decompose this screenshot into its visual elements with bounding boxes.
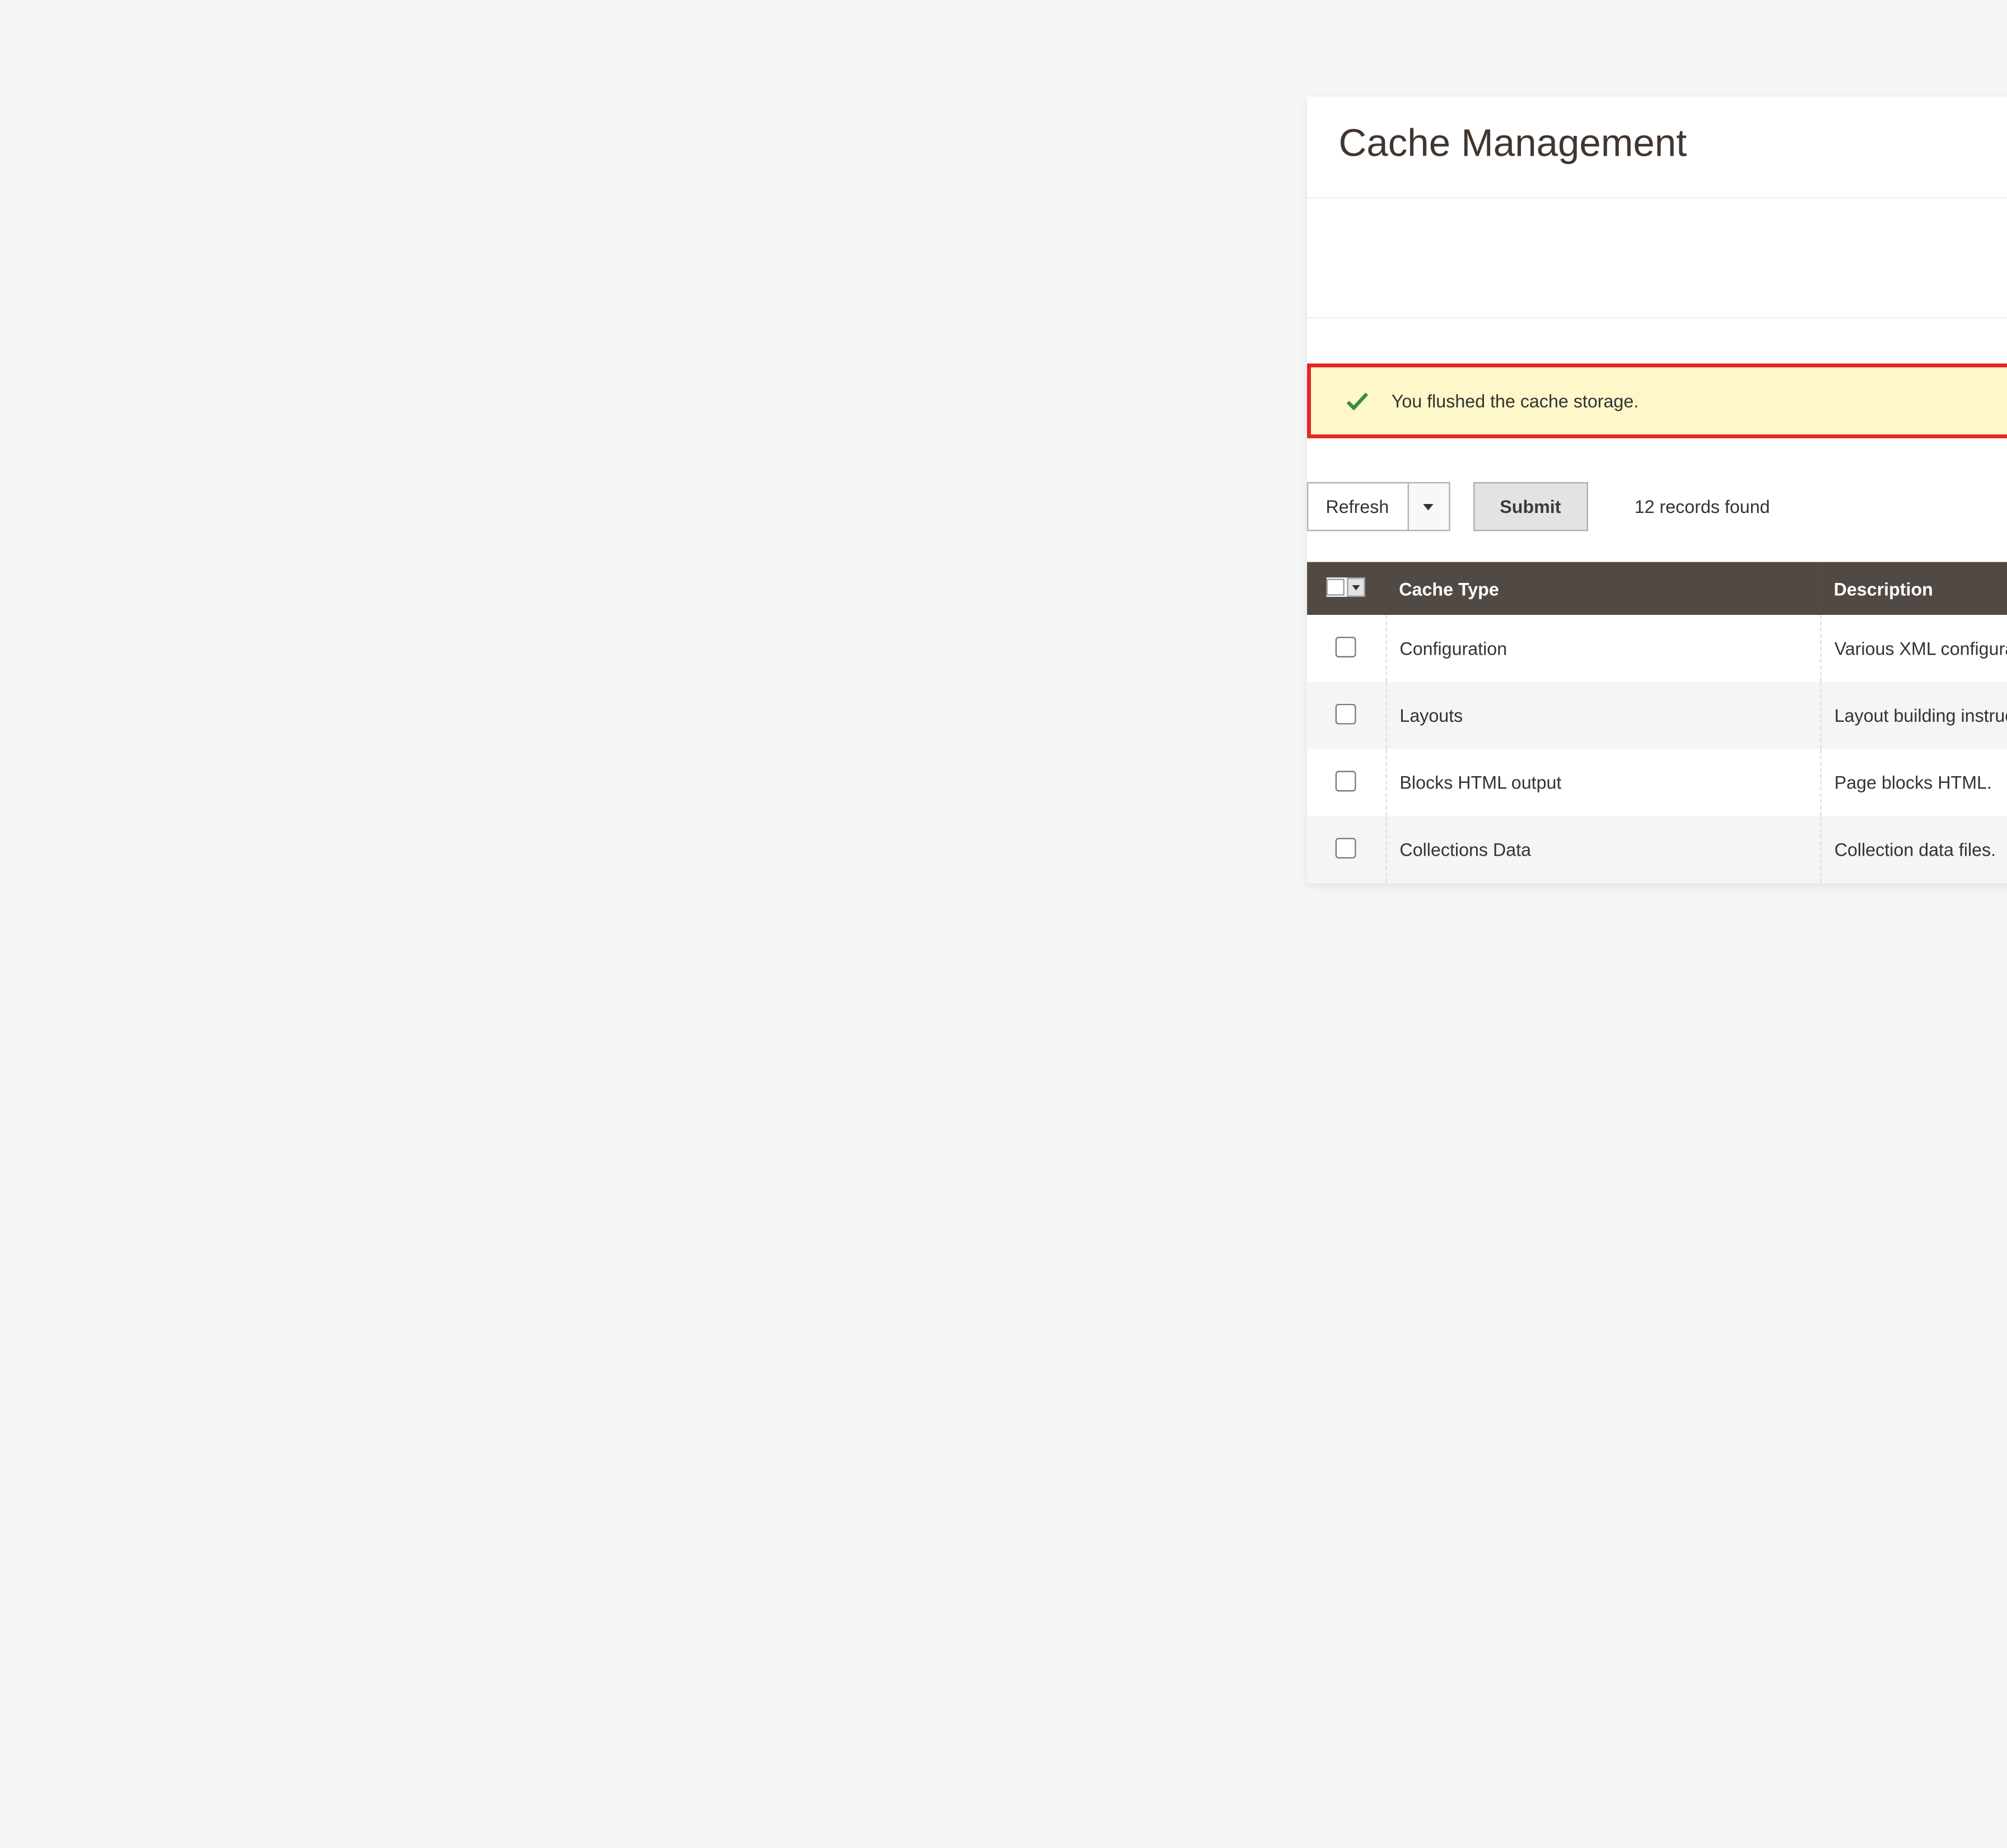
submit-button[interactable]: Submit xyxy=(1473,482,1588,531)
table-row: Blocks HTML output Page blocks HTML. BLO… xyxy=(1306,749,2007,816)
cell-description: Various XML configurations that were col… xyxy=(1821,615,2007,682)
cell-description: Layout building instructions. xyxy=(1821,682,2007,749)
row-checkbox[interactable] xyxy=(1336,770,1356,791)
success-message-text: You flushed the cache storage. xyxy=(1392,390,1639,411)
select-all-header[interactable] xyxy=(1306,562,1386,615)
mass-action-select-label: Refresh xyxy=(1308,483,1407,530)
page-title: Cache Management xyxy=(1338,123,1687,166)
cell-cache-type: Collections Data xyxy=(1386,816,1821,883)
mass-action-select[interactable]: Refresh xyxy=(1306,482,1450,531)
cache-grid: Cache Type Description Tags Status Confi… xyxy=(1306,562,2007,883)
success-message: You flushed the cache storage. xyxy=(1306,363,2007,438)
table-row: Layouts Layout building instructions. LA… xyxy=(1306,682,2007,749)
cell-description: Collection data files. xyxy=(1821,816,2007,883)
cell-description: Page blocks HTML. xyxy=(1821,749,2007,816)
cell-cache-type: Layouts xyxy=(1386,682,1821,749)
chevron-down-icon xyxy=(1407,483,1449,530)
check-icon xyxy=(1342,387,1371,416)
table-row: Configuration Various XML configurations… xyxy=(1306,615,2007,682)
cell-cache-type: Blocks HTML output xyxy=(1386,749,1821,816)
records-count: 12 records found xyxy=(1635,496,1770,517)
col-cache-type[interactable]: Cache Type xyxy=(1386,562,1821,615)
col-description[interactable]: Description xyxy=(1821,562,2007,615)
select-all-dd-icon xyxy=(1347,577,1365,597)
cell-cache-type: Configuration xyxy=(1386,615,1821,682)
table-row: Collections Data Collection data files. … xyxy=(1306,816,2007,883)
select-all-checkbox-icon xyxy=(1327,579,1345,596)
row-checkbox[interactable] xyxy=(1336,837,1356,858)
row-checkbox[interactable] xyxy=(1336,636,1356,657)
row-checkbox[interactable] xyxy=(1336,703,1356,724)
